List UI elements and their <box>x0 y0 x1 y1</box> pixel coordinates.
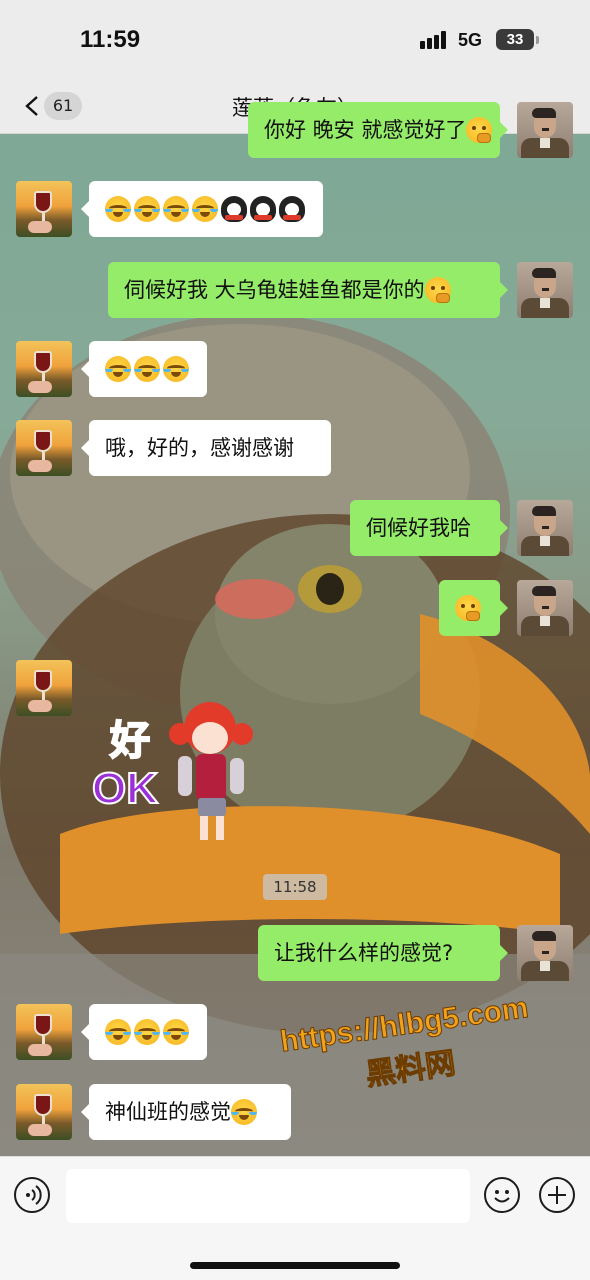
battery-icon: 33 <box>496 29 534 50</box>
network-type: 5G <box>458 30 483 50</box>
crying-laughing-emoji-icon <box>192 196 218 222</box>
message-bubble-outgoing[interactable]: 伺候好我 大乌龟娃娃鱼都是你的 <box>108 262 508 318</box>
message-text: 伺候好我哈 <box>366 516 471 540</box>
avatar-contact[interactable] <box>16 341 72 397</box>
thinking-emoji-icon <box>455 595 481 621</box>
message-bubble-incoming[interactable] <box>81 341 207 397</box>
message-text: 让我什么样的感觉? <box>274 941 454 965</box>
status-bar: 11:59 5G 33 <box>0 0 590 80</box>
plus-icon <box>548 1186 566 1204</box>
battery-tip <box>536 36 539 44</box>
message-text: 你好 晚安 就感觉好了 <box>264 118 467 142</box>
crying-laughing-emoji-icon <box>134 196 160 222</box>
avatar-me[interactable] <box>517 500 573 556</box>
crying-laughing-emoji-icon <box>105 196 131 222</box>
avatar-me[interactable] <box>517 102 573 158</box>
penguin-emoji-icon <box>279 196 305 222</box>
chat-timestamp: 11:58 <box>263 874 327 900</box>
voice-button[interactable] <box>14 1177 50 1213</box>
avatar-contact[interactable] <box>16 181 72 237</box>
signal-icon <box>420 31 448 49</box>
penguin-emoji-icon <box>250 196 276 222</box>
message-bubble-incoming[interactable] <box>81 181 323 237</box>
avatar-contact[interactable] <box>16 1084 72 1140</box>
avatar-me[interactable] <box>517 925 573 981</box>
message-text: 伺候好我 大乌龟娃娃鱼都是你的 <box>124 278 425 302</box>
crying-laughing-emoji-icon <box>163 1019 189 1045</box>
message-bubble-outgoing[interactable] <box>439 580 508 636</box>
home-indicator[interactable] <box>190 1262 400 1269</box>
thinking-emoji-icon <box>466 117 493 143</box>
plus-button[interactable] <box>539 1177 575 1213</box>
crying-laughing-emoji-icon <box>163 356 189 382</box>
thinking-emoji-icon <box>424 277 451 303</box>
avatar-contact[interactable] <box>16 660 72 716</box>
smiley-icon <box>494 1190 510 1203</box>
crying-laughing-emoji-icon <box>134 1019 160 1045</box>
message-bubble-outgoing[interactable]: 伺候好我哈 <box>350 500 508 556</box>
avatar-contact[interactable] <box>16 420 72 476</box>
crying-laughing-emoji-icon <box>163 196 189 222</box>
message-bubble-incoming[interactable] <box>81 1004 207 1060</box>
emoji-button[interactable] <box>484 1177 520 1213</box>
crying-laughing-emoji-icon <box>134 356 160 382</box>
crying-laughing-emoji-icon <box>105 356 131 382</box>
message-text: 哦，好的，感谢感谢 <box>105 436 294 460</box>
message-text: 神仙班的感觉 <box>105 1100 231 1124</box>
avatar-me[interactable] <box>517 262 573 318</box>
crying-laughing-emoji-icon <box>105 1019 131 1045</box>
avatar-me[interactable] <box>517 580 573 636</box>
status-time: 11:59 <box>80 26 141 53</box>
message-bubble-outgoing[interactable]: 你好 晚安 就感觉好了 <box>248 102 508 158</box>
sticker-text-bottom: OK <box>91 763 159 814</box>
sticker-text-top: 好 <box>109 717 151 765</box>
voice-icon <box>26 1185 42 1205</box>
message-bubble-outgoing[interactable]: 让我什么样的感觉? <box>258 925 508 981</box>
penguin-emoji-icon <box>221 196 247 222</box>
sticker-message[interactable]: 好 OK <box>91 698 262 848</box>
message-bubble-incoming[interactable]: 哦，好的，感谢感谢 <box>81 420 331 476</box>
message-input[interactable] <box>66 1169 470 1223</box>
avatar-contact[interactable] <box>16 1004 72 1060</box>
